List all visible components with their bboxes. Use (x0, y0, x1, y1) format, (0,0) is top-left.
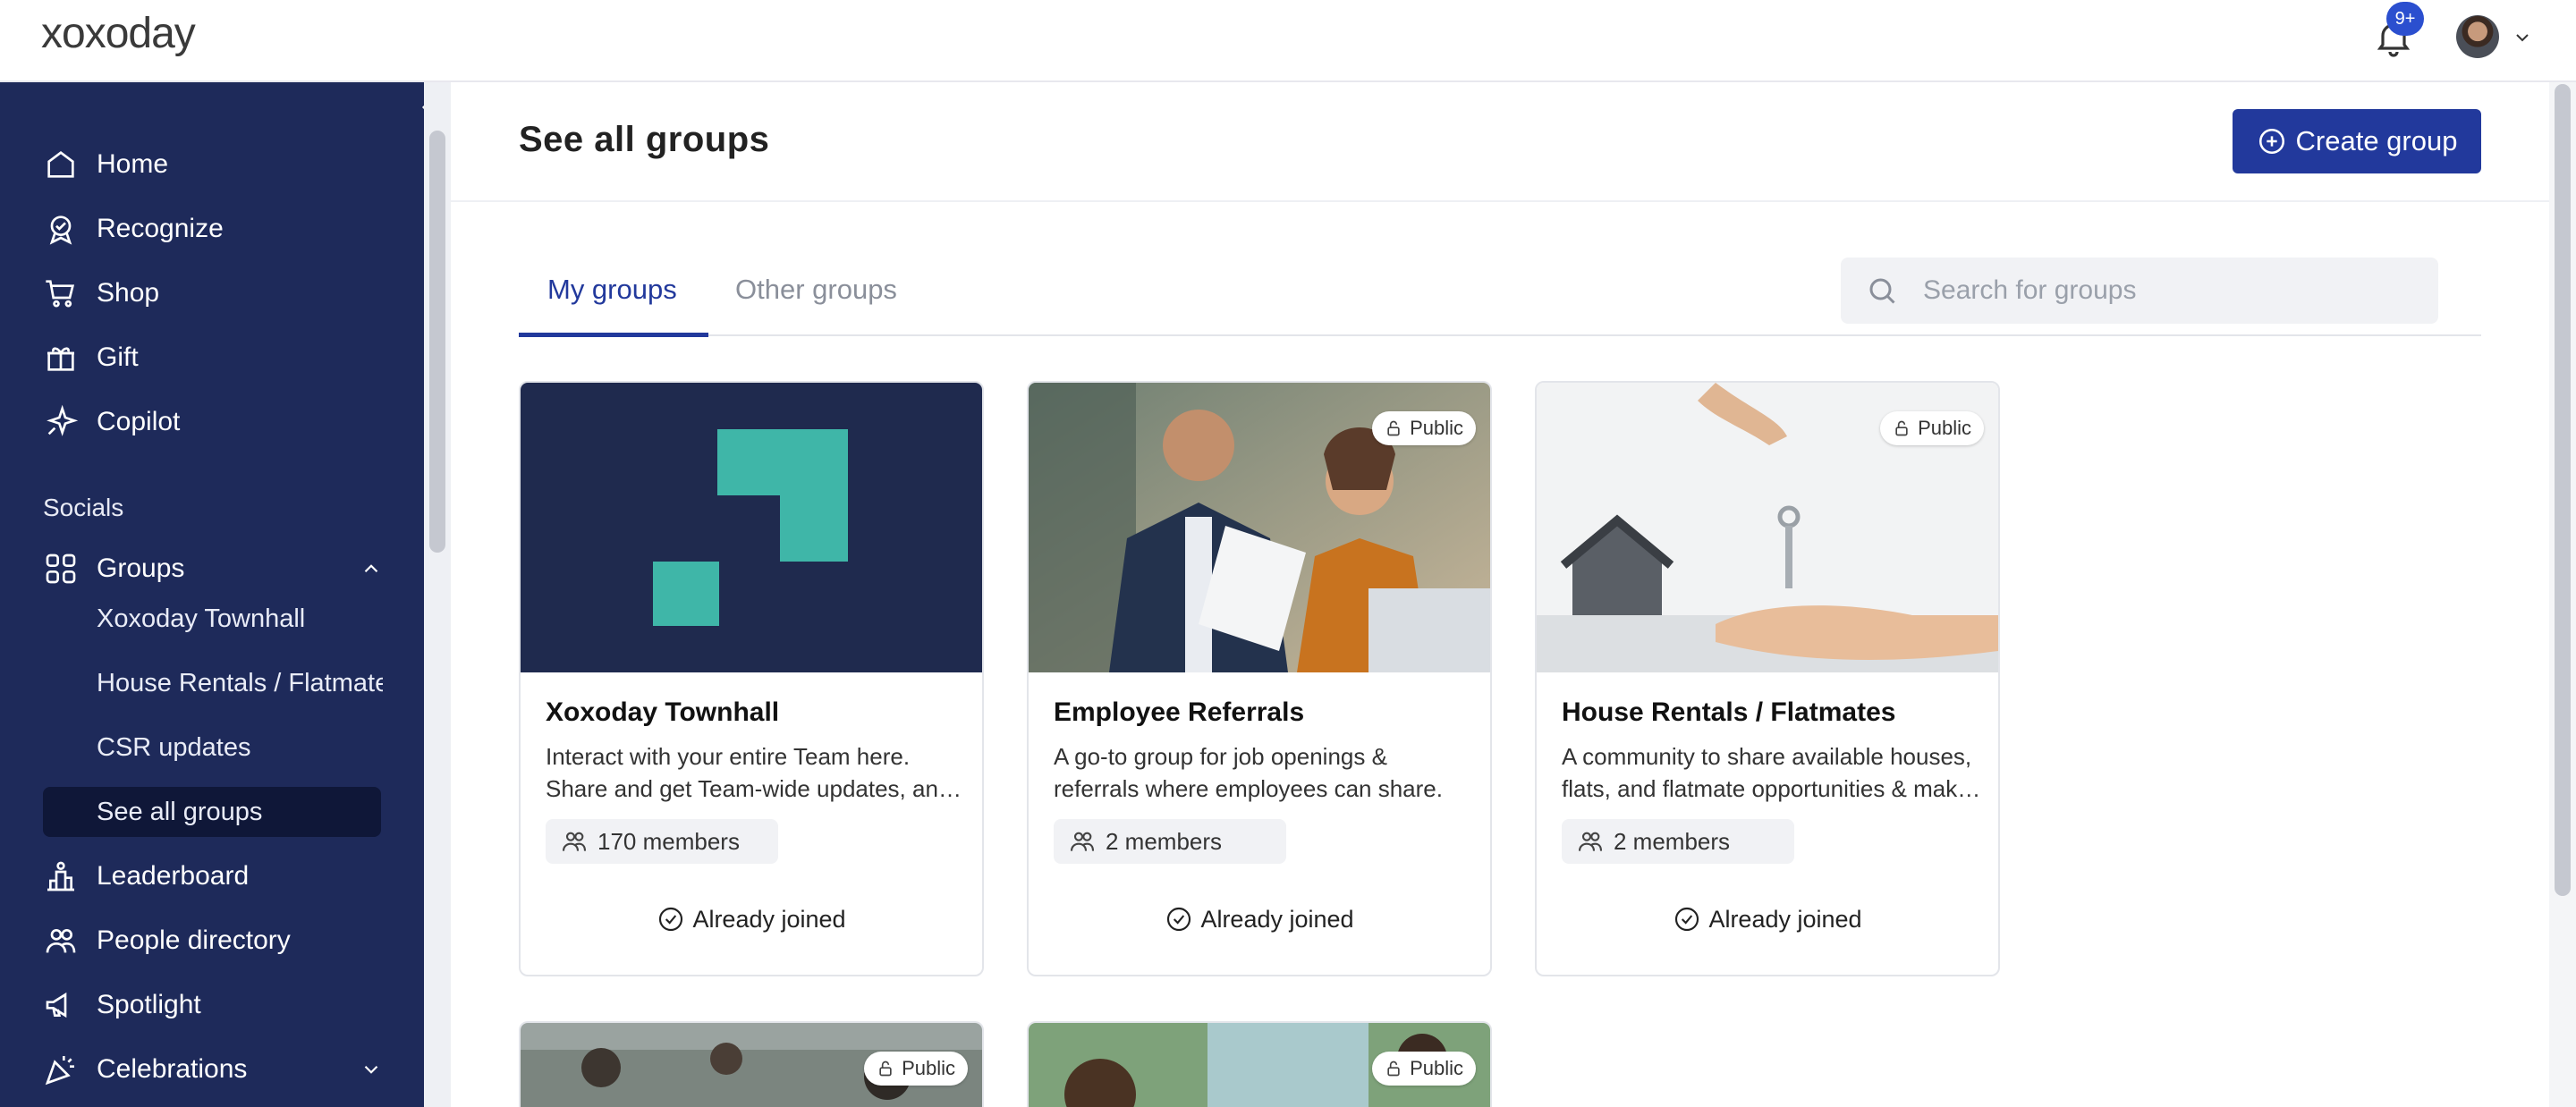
group-title[interactable]: House Rentals / Flatmates (1562, 697, 1895, 728)
sidebar-subitem[interactable]: CSR updates (97, 724, 383, 771)
public-badge: Public (1880, 411, 1984, 445)
group-description: A community to share available houses, f… (1562, 743, 1972, 802)
create-group-label: Create group (2295, 125, 2458, 156)
podium-icon (47, 861, 74, 892)
megaphone-icon (46, 992, 67, 1018)
users-icon (1578, 832, 1603, 851)
check-circle-icon (1167, 907, 1191, 932)
search-input[interactable] (1923, 275, 2406, 306)
sidebar-item-shop[interactable]: Shop (43, 270, 159, 317)
sidebar-item-recognize[interactable]: Recognize (43, 206, 224, 252)
sidebar-item-label: Recognize (97, 214, 224, 243)
public-label: Public (902, 1057, 955, 1079)
already-joined-status: Already joined (521, 898, 982, 941)
unlock-icon (1895, 420, 1908, 436)
chevron-up-icon (364, 564, 378, 573)
chevron-down-icon[interactable] (2512, 27, 2533, 48)
members-count: 170 members (546, 819, 778, 864)
grid-icon (46, 554, 76, 584)
tabs-divider (519, 334, 2481, 336)
sidebar-item-label: Spotlight (97, 990, 201, 1019)
members-label: 2 members (1106, 827, 1223, 855)
joined-label: Already joined (692, 905, 846, 933)
award-icon (49, 215, 72, 245)
members-label: 170 members (597, 827, 740, 855)
sidebar-item-label: Shop (97, 278, 160, 308)
gift-icon (47, 347, 74, 371)
check-circle-icon (659, 907, 683, 932)
sidebar-scroll-thumb[interactable] (429, 131, 445, 553)
group-title[interactable]: Employee Referrals (1054, 697, 1304, 728)
sparkle-icon (47, 404, 79, 436)
public-badge: Public (1372, 1052, 1476, 1086)
sidebar-subitem-see-all-groups[interactable]: See all groups (97, 789, 383, 835)
sidebar-item-groups[interactable]: Groups (43, 545, 383, 592)
plus-circle-icon (2258, 128, 2284, 155)
sidebar-item-label: Leaderboard (97, 861, 250, 891)
sidebar-item-people-directory[interactable]: People directory (43, 917, 291, 964)
joined-label: Already joined (1200, 905, 1354, 933)
active-tab-underline (519, 333, 708, 337)
public-label: Public (1918, 417, 1971, 439)
tab-my-groups[interactable]: My groups (547, 274, 677, 306)
sidebar-item-label: People directory (97, 925, 291, 955)
sidebar-item-home[interactable]: Home (43, 141, 168, 188)
sidebar-item-leaderboard[interactable]: Leaderboard (43, 853, 249, 900)
public-label: Public (1410, 417, 1463, 439)
already-joined-status: Already joined (1537, 898, 1998, 941)
sidebar-subitem[interactable]: Xoxoday Townhall (97, 596, 383, 642)
search-icon (1869, 278, 1895, 304)
unlock-icon (879, 1061, 892, 1077)
sidebar-item-label: Home (97, 149, 169, 179)
sidebar-item-label: Gift (97, 342, 139, 372)
members-count: 2 members (1054, 819, 1286, 864)
avatar[interactable] (2456, 15, 2499, 58)
create-group-button[interactable]: Create group (2233, 109, 2481, 173)
group-description: Interact with your entire Team here. Sha… (546, 743, 952, 802)
party-icon (45, 1056, 74, 1086)
cart-icon (46, 280, 75, 308)
group-title[interactable]: Xoxoday Townhall (546, 697, 779, 728)
unlock-icon (1387, 420, 1400, 436)
group-card[interactable]: Xoxoday Townhall Interact with your enti… (519, 381, 984, 976)
people-icon (46, 929, 76, 953)
tab-other-groups[interactable]: Other groups (735, 274, 897, 306)
page-scroll-thumb[interactable] (2555, 84, 2571, 896)
already-joined-status: Already joined (1029, 898, 1490, 941)
section-label-socials: Socials (43, 494, 124, 521)
group-card[interactable]: Public (1027, 1021, 1492, 1107)
group-cover-image (521, 383, 982, 672)
sidebar-item-label: Copilot (97, 407, 181, 436)
public-badge: Public (864, 1052, 968, 1086)
sidebar-item-gift[interactable]: Gift (43, 334, 139, 381)
sidebar-subitem[interactable]: House Rentals / Flatmates (97, 660, 383, 706)
members-count: 2 members (1562, 819, 1794, 864)
group-card[interactable]: Public House Rentals / Flatmates A commu… (1535, 381, 2000, 976)
page-title: See all groups (519, 120, 770, 159)
home-icon (47, 151, 74, 178)
joined-label: Already joined (1708, 905, 1862, 933)
sidebar-item-label: Celebrations (97, 1054, 248, 1084)
notification-badge: 9+ (2386, 2, 2424, 36)
public-label: Public (1410, 1057, 1463, 1079)
logo[interactable]: xoxoday (41, 9, 196, 58)
users-icon (562, 832, 587, 851)
group-card[interactable]: Public (519, 1021, 984, 1107)
group-description: A go-to group for job openings & referra… (1054, 743, 1443, 802)
sidebar-item-label: Groups (97, 554, 185, 583)
users-icon (1070, 832, 1095, 851)
members-label: 2 members (1614, 827, 1731, 855)
search-box[interactable] (1841, 258, 2438, 324)
top-bar: xoxoday 9+ (0, 0, 2576, 82)
sidebar-item-copilot[interactable]: Copilot (43, 399, 180, 445)
sidebar-item-spotlight[interactable]: Spotlight (43, 982, 201, 1028)
group-card[interactable]: Public Employee Referrals A go-to group … (1027, 381, 1492, 976)
check-circle-icon (1675, 907, 1699, 932)
unlock-icon (1387, 1061, 1400, 1077)
sidebar-item-celebrations[interactable]: Celebrations (43, 1046, 383, 1093)
chevron-down-icon (364, 1065, 378, 1074)
public-badge: Public (1372, 411, 1476, 445)
